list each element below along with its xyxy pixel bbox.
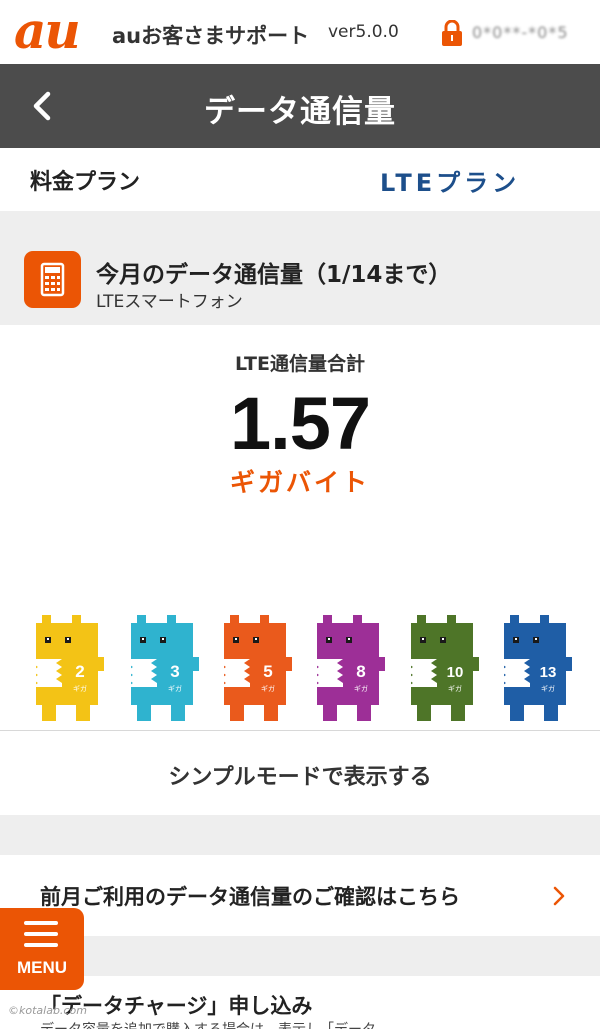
menu-label: MENU bbox=[16, 958, 68, 977]
mascot-5gb[interactable]: 5 ギガ bbox=[220, 615, 292, 721]
mascot-13gb[interactable]: 13 ギガ bbox=[500, 615, 572, 721]
total-value: 1.57 bbox=[229, 382, 371, 465]
usage-subtitle: LTEスマートフォン bbox=[96, 292, 243, 312]
plan-row: 料金プラン LTEプラン bbox=[0, 148, 600, 211]
page-title: データ通信量 bbox=[204, 94, 396, 130]
prev-month-label: 前月ご利用のデータ通信量のご確認はこちら bbox=[40, 885, 460, 909]
mascot-number: 13 bbox=[540, 664, 557, 681]
mascot-2gb[interactable]: 2 ギガ bbox=[32, 615, 104, 721]
section-gap bbox=[0, 936, 600, 976]
mascot-unit: ギガ bbox=[261, 684, 275, 693]
mascot-number: 5 bbox=[263, 662, 272, 681]
simple-mode-button[interactable]: シンプルモードで表示する bbox=[0, 731, 600, 815]
mascot-10gb[interactable]: 10 ギガ bbox=[407, 615, 479, 721]
mascot-unit: ギガ bbox=[354, 684, 368, 693]
user-id: 0*0**-*0*5 bbox=[472, 23, 569, 42]
section-gap bbox=[0, 815, 600, 855]
mascot-unit: ギガ bbox=[73, 684, 87, 693]
total-unit: ギガバイト bbox=[229, 468, 370, 497]
prev-month-link[interactable]: 前月ご利用のデータ通信量のご確認はこちら bbox=[0, 855, 600, 936]
mascot-unit: ギガ bbox=[541, 684, 555, 693]
simple-mode-label: シンプルモードで表示する bbox=[168, 765, 432, 790]
mascot-unit: ギガ bbox=[168, 684, 182, 693]
usage-total: LTE通信量合計 1.57 ギガバイト 2 ギガ 3 ギガ 5 ギガ 8 ギガ 10 ギガ 13 ギガ bbox=[0, 325, 600, 730]
data-charge-description: データ容量を追加で購入する場合は、表示し「データ bbox=[40, 1019, 376, 1029]
total-label: LTE通信量合計 bbox=[235, 353, 365, 375]
menu-button[interactable]: MENU bbox=[0, 908, 84, 990]
mascot-row: 2 ギガ 3 ギガ 5 ギガ 8 ギガ 10 ギガ 13 ギガ bbox=[0, 615, 600, 725]
plan-label: 料金プラン bbox=[30, 170, 141, 195]
watermark: ©kotalab.com bbox=[8, 1004, 87, 1017]
version-label: ver5.0.0 bbox=[328, 22, 399, 42]
au-logo: au bbox=[14, 1, 81, 60]
mascot-number: 8 bbox=[356, 662, 365, 681]
mascot-number: 10 bbox=[447, 664, 464, 681]
section-gap bbox=[0, 211, 600, 241]
chevron-right-icon bbox=[553, 886, 565, 906]
mascot-number: 2 bbox=[75, 662, 84, 681]
mascot-unit: ギガ bbox=[448, 684, 462, 693]
calculator-icon bbox=[24, 251, 81, 308]
hamburger-icon bbox=[24, 921, 58, 947]
mascot-number: 3 bbox=[170, 662, 179, 681]
usage-title: 今月のデータ通信量（1/14まで） bbox=[96, 262, 452, 288]
title-bar: データ通信量 bbox=[0, 64, 600, 148]
app-header: au auお客さまサポート ver5.0.0 0*0**-*0*5 bbox=[0, 0, 600, 64]
lock-icon bbox=[442, 20, 462, 46]
plan-value: LTEプラン bbox=[380, 169, 521, 197]
usage-header: 今月のデータ通信量（1/14まで） LTEスマートフォン bbox=[0, 241, 600, 325]
app-name: auお客さまサポート bbox=[112, 24, 310, 48]
mascot-8gb[interactable]: 8 ギガ bbox=[313, 615, 385, 721]
mascot-3gb[interactable]: 3 ギガ bbox=[127, 615, 199, 721]
